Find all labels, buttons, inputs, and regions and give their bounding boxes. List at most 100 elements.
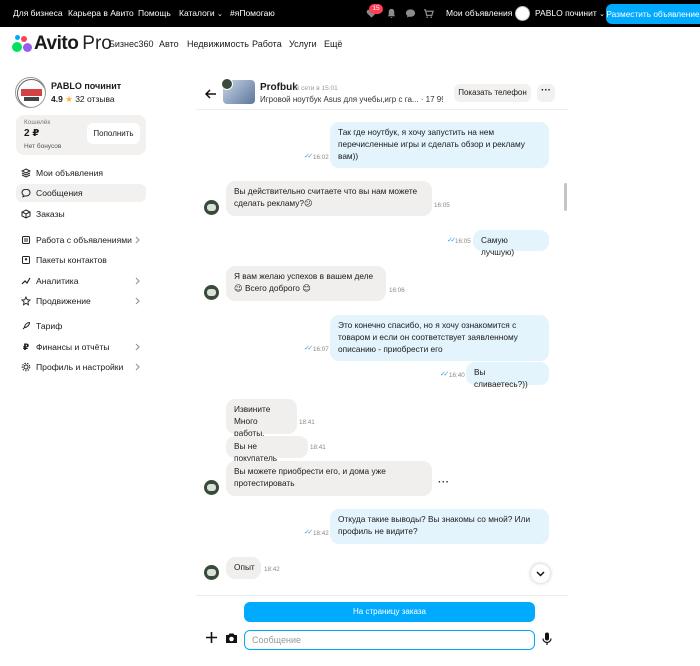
nav-services[interactable]: Услуги — [289, 39, 317, 49]
divider — [196, 595, 568, 596]
chevron-right-icon — [135, 236, 140, 244]
cart-icon[interactable] — [423, 8, 434, 19]
profile-rating: 4.9 ★ 32 отзыва — [51, 94, 115, 105]
chevron-right-icon — [135, 297, 140, 305]
star-icon: ★ — [65, 94, 73, 104]
message-incoming: Я вам желаю успехов в вашем деле 😉 Всего… — [226, 266, 386, 301]
chevron-down-icon: ⌄ — [217, 11, 223, 18]
message-input[interactable] — [244, 630, 535, 650]
sender-avatar — [204, 565, 219, 580]
profile-name[interactable]: PABLO починит — [51, 81, 121, 91]
wallet-balance: 2 ₽ — [24, 128, 40, 139]
nav-jobs[interactable]: Работа — [252, 39, 282, 49]
avito-logo[interactable]: Avito Pro — [12, 33, 112, 55]
message-time: 16:07 — [313, 346, 329, 353]
sidebar-item-label: Продвижение — [36, 296, 91, 306]
more-options-icon[interactable]: ··· — [537, 84, 555, 102]
wallet-label: Кошелёк — [24, 119, 51, 126]
message-outgoing: Это конечно спасибо, но я хочу ознакомит… — [330, 315, 549, 361]
sidebar-item-label: Финансы и отчёты — [36, 342, 110, 352]
message-outgoing: Так где ноутбук, я хочу запустить на нем… — [330, 122, 549, 168]
order-page-button[interactable]: На страницу заказа — [244, 602, 535, 622]
read-ticks-icon: ✓✓ — [304, 529, 313, 536]
ruble-icon: ₽ — [22, 341, 30, 352]
plus-icon[interactable] — [205, 631, 218, 644]
sidebar-item-label: Заказы — [36, 209, 65, 219]
help-hashtag-link[interactable]: #яПомогаю — [230, 0, 275, 27]
microphone-icon[interactable] — [542, 632, 552, 646]
message-time: 18:42 — [313, 530, 329, 537]
nav-auto[interactable]: Авто — [159, 39, 179, 49]
profile-avatar[interactable] — [15, 77, 46, 108]
sidebar-item-promotion[interactable]: Продвижение — [16, 292, 146, 310]
chat-item-title[interactable]: Игровой ноутбук Asus для учебы,игр с га.… — [260, 95, 443, 104]
sidebar-item-contact-packages[interactable]: Пакеты контактов — [16, 251, 146, 269]
reviews-link[interactable]: 32 отзыва — [75, 94, 114, 104]
chevron-right-icon — [135, 363, 140, 371]
nav-more[interactable]: Ещё — [324, 39, 342, 49]
sender-avatar — [204, 200, 219, 215]
message-outgoing: Самую лучшую) — [473, 230, 549, 257]
career-link[interactable]: Карьера в Авито — [68, 0, 134, 27]
my-ads-link[interactable]: Мои объявления — [446, 0, 512, 27]
read-ticks-icon: ✓✓ — [304, 345, 313, 352]
sidebar-item-label: Работа с объявлениями — [36, 235, 132, 245]
logo-suffix: Pro — [82, 33, 112, 54]
chat-icon[interactable] — [405, 8, 416, 19]
gear-icon — [16, 362, 36, 372]
show-phone-button[interactable]: Показать телефон — [454, 84, 531, 102]
nav-realty[interactable]: Недвижимость — [187, 39, 249, 49]
read-ticks-icon: ✓✓ — [447, 237, 456, 244]
chevron-down-icon — [536, 571, 545, 577]
sidebar-item-profile-settings[interactable]: Профиль и настройки — [16, 358, 146, 376]
topup-button[interactable]: Пополнить — [87, 123, 140, 144]
sidebar-item-tariff[interactable]: Тариф — [16, 317, 146, 335]
sidebar-item-messages[interactable]: Сообщения — [16, 184, 146, 202]
profile-logo-icon — [17, 79, 45, 107]
sidebar-item-ads-management[interactable]: Работа с объявлениями — [16, 231, 146, 249]
contacts-icon — [16, 255, 36, 265]
catalogs-link[interactable]: Каталоги ⌄ — [179, 0, 223, 27]
wallet-card: Кошелёк 2 ₽ Нет бонусов Пополнить — [16, 115, 146, 155]
message-time: 16:05 — [455, 238, 471, 245]
sidebar-item-label: Аналитика — [36, 276, 79, 286]
message-time: 16:05 — [434, 202, 450, 209]
message-outgoing: Откуда такие выводы? Вы знакомы со мной?… — [330, 509, 549, 544]
logo-text: Avito — [34, 33, 79, 54]
message-outgoing: Вы сливаетесь?)) — [466, 362, 549, 389]
sidebar-item-orders[interactable]: Заказы — [16, 205, 146, 223]
scroll-down-button[interactable] — [531, 564, 550, 583]
for-business-link[interactable]: Для бизнеса — [13, 0, 63, 27]
logo-dots-icon — [12, 35, 32, 53]
divider — [196, 109, 568, 110]
sidebar-item-analytics[interactable]: Аналитика — [16, 272, 146, 290]
bell-icon[interactable] — [386, 8, 397, 19]
sidebar-item-label: Тариф — [36, 321, 63, 331]
post-ad-button[interactable]: Разместить объявление — [606, 4, 700, 24]
message-menu-icon[interactable]: ··· — [438, 477, 450, 488]
sidebar-item-my-ads[interactable]: Мои объявления — [16, 164, 146, 182]
back-arrow-icon[interactable] — [204, 87, 218, 101]
message-time: 16:06 — [389, 287, 405, 294]
message-incoming: Вы можете приобрести его, и дома уже про… — [226, 461, 432, 496]
rating-value: 4.9 — [51, 94, 63, 104]
message-incoming: Опыт — [226, 557, 261, 579]
chat-user-name[interactable]: Profbuk — [260, 82, 298, 93]
chat-icon — [16, 188, 36, 198]
chat-scrollbar[interactable] — [564, 183, 567, 211]
sender-avatar — [204, 285, 219, 300]
last-seen-status: В сети в 15:01 — [295, 85, 338, 92]
camera-icon[interactable] — [225, 632, 238, 644]
rocket-icon — [16, 321, 36, 331]
bonuses-label: Нет бонусов — [24, 143, 62, 150]
help-link[interactable]: Помощь — [138, 0, 171, 27]
user-avatar[interactable] — [515, 6, 530, 21]
message-time: 18:41 — [299, 419, 315, 426]
notifications-badge: 15 — [369, 4, 383, 14]
sidebar-item-finances[interactable]: ₽ Финансы и отчёты — [16, 338, 146, 356]
nav-business360[interactable]: Бизнес360 — [109, 39, 154, 49]
message-incoming: Вы действительно считаете что вы нам мож… — [226, 181, 432, 216]
layers-icon — [16, 168, 36, 178]
user-menu[interactable]: PABLO починит ⌄ — [535, 0, 605, 27]
chevron-right-icon — [135, 277, 140, 285]
